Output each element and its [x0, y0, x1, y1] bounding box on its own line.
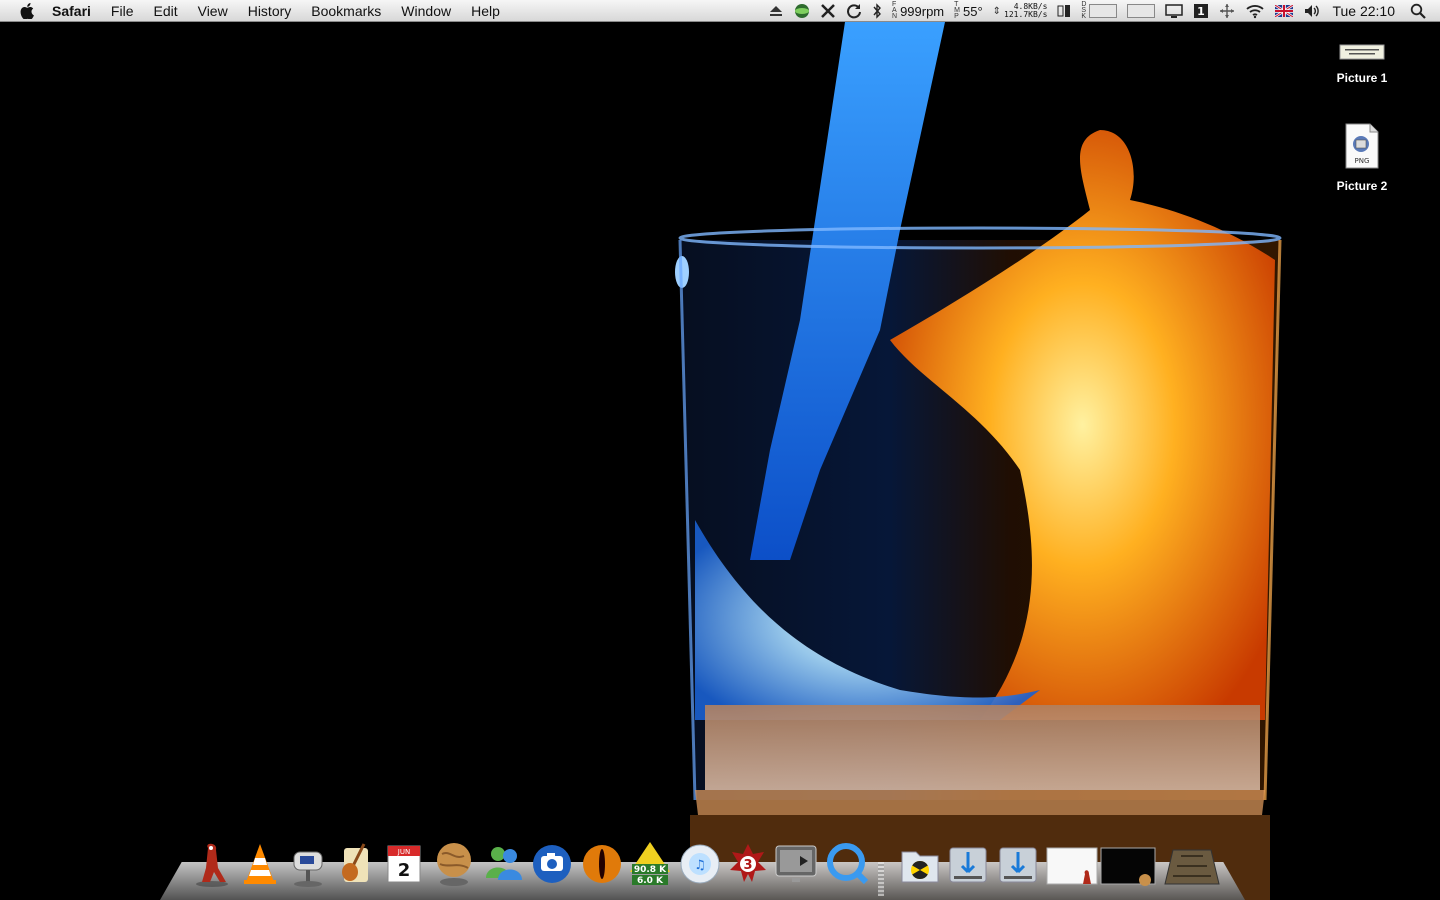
calendar-day: 2 — [398, 860, 411, 881]
wifi-icon[interactable] — [1240, 0, 1270, 22]
volume-icon[interactable] — [1298, 0, 1326, 22]
calendar-month: JUN — [397, 848, 410, 856]
status-globe-icon[interactable] — [789, 0, 815, 22]
network-readout[interactable]: ⇕ 4.8KB/s 121.7KB/s — [988, 0, 1053, 22]
dock-usb-drive-icon-2[interactable] — [994, 836, 1042, 888]
dock-burn-folder-icon[interactable] — [896, 836, 944, 888]
updown-arrows-icon: ⇕ — [992, 5, 1002, 17]
net-meter[interactable] — [1122, 0, 1160, 22]
meter-bottom-value: 6.0 K — [637, 876, 664, 886]
dock-camera-icon[interactable] — [528, 836, 576, 888]
svg-text:1: 1 — [1198, 5, 1206, 18]
png-label: PNG — [1355, 157, 1370, 165]
dock-eye-app-icon[interactable] — [578, 836, 626, 888]
dock-quicktime-icon[interactable] — [824, 836, 872, 888]
menu-bar: Safari File Edit View History Bookmarks … — [0, 0, 1440, 22]
dock-vlc-icon[interactable] — [236, 836, 284, 888]
desktop-icon-picture-2[interactable]: PNG Picture 2 — [1317, 122, 1407, 193]
network-activity-graph — [1127, 4, 1156, 18]
dock-network-meter-icon[interactable]: 90.8 K 6.0 K — [626, 836, 674, 888]
menu-edit[interactable]: Edit — [143, 0, 187, 22]
meter-top-value: 90.8 K — [634, 865, 667, 875]
menu-window[interactable]: Window — [391, 0, 461, 22]
dock-messenger-icon[interactable] — [480, 836, 528, 888]
dock-usb-drive-icon[interactable] — [944, 836, 992, 888]
svg-text:♫: ♫ — [694, 858, 706, 873]
dock-minimized-window-black[interactable] — [1098, 836, 1158, 888]
menu-bookmarks[interactable]: Bookmarks — [301, 0, 391, 22]
png-file-icon: PNG — [1345, 123, 1379, 169]
menu-history[interactable]: History — [238, 0, 302, 22]
tools-icon[interactable] — [815, 0, 841, 22]
eject-icon[interactable] — [763, 0, 789, 22]
move-icon[interactable] — [1214, 0, 1240, 22]
disk-activity-graph — [1089, 4, 1118, 18]
sync-icon[interactable] — [841, 0, 867, 22]
dock-guitar-app-icon[interactable] — [332, 836, 380, 888]
dock-minimized-window-white[interactable] — [1044, 836, 1100, 888]
display-icon[interactable] — [1160, 0, 1188, 22]
menubar-clock[interactable]: Tue 22:10 — [1326, 0, 1405, 22]
dock: JUN 2 90.8 K 6.0 K ♫ 3 — [160, 832, 1245, 900]
menu-help[interactable]: Help — [461, 0, 510, 22]
dock-front-row-icon[interactable] — [772, 836, 820, 888]
badge-number: 3 — [743, 858, 752, 873]
dock-separator — [878, 862, 884, 896]
dock-globe-icon[interactable] — [430, 836, 478, 888]
desktop-icon-picture-1[interactable]: Picture 1 — [1317, 42, 1407, 85]
battery-icon[interactable] — [1052, 0, 1076, 22]
image-thumbnail-icon — [1339, 44, 1385, 60]
net-down-value: 121.7KB/s — [1004, 10, 1048, 19]
spotlight-search-icon[interactable] — [1405, 0, 1440, 22]
apple-menu-icon[interactable] — [16, 0, 38, 22]
fan-speed-value: 999rpm — [900, 3, 945, 19]
desktop-icon-label: Picture 2 — [1336, 179, 1388, 193]
dock-ical-icon[interactable]: JUN 2 — [380, 836, 428, 888]
dock-stack-icon[interactable] — [1162, 836, 1222, 888]
dock-mail-icon[interactable] — [284, 836, 332, 888]
dock-itunes-icon[interactable]: ♫ — [676, 836, 724, 888]
fan-speed-readout[interactable]: FAN 999rpm — [887, 0, 949, 22]
menu-file[interactable]: File — [101, 0, 144, 22]
app-menu-safari[interactable]: Safari — [38, 0, 101, 22]
spaces-icon[interactable]: 1 — [1188, 0, 1214, 22]
temperature-readout[interactable]: TMP 55° — [949, 0, 988, 22]
menu-extras: FAN 999rpm TMP 55° ⇕ 4.8KB/s 121.7KB/s D… — [763, 0, 1440, 22]
bluetooth-icon[interactable] — [867, 0, 887, 22]
desktop-icon-label: Picture 1 — [1336, 71, 1388, 85]
uk-flag-icon[interactable] — [1270, 0, 1298, 22]
disk-meter[interactable]: DSK — [1076, 0, 1122, 22]
desktop-wallpaper — [0, 0, 1440, 900]
menu-view[interactable]: View — [188, 0, 238, 22]
dock-badge-app-icon[interactable]: 3 — [724, 836, 772, 888]
temperature-value: 55° — [962, 3, 983, 19]
dock-creature-app-icon[interactable] — [188, 836, 236, 888]
